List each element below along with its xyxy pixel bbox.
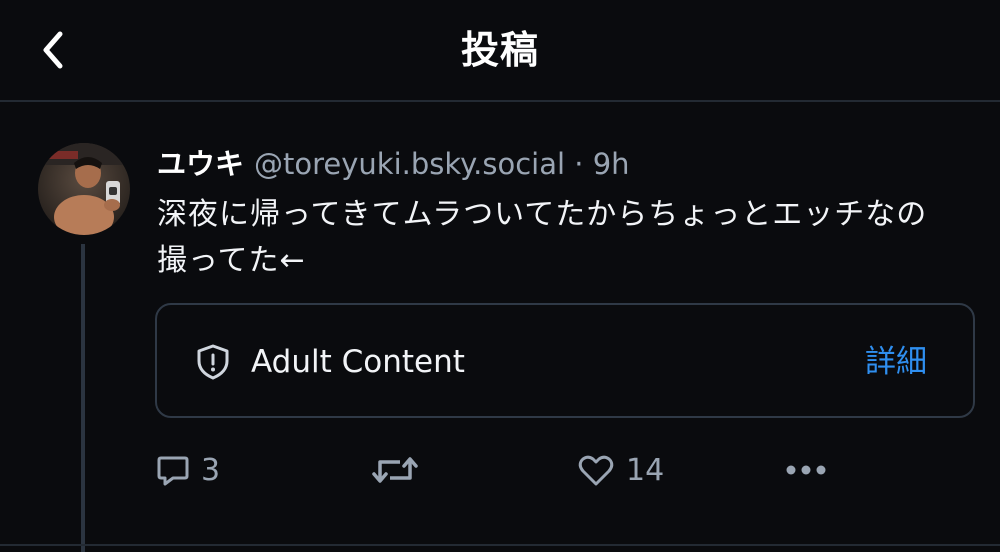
avatar[interactable] — [38, 143, 130, 235]
repost-button[interactable] — [370, 448, 420, 492]
reply-button[interactable]: 3 — [155, 448, 220, 492]
shield-alert-icon — [197, 344, 229, 380]
content-warning-label: Adult Content — [251, 344, 465, 380]
reply-bubble-icon — [157, 456, 189, 486]
repost-icon — [372, 457, 418, 483]
more-dots-icon — [786, 465, 826, 475]
reply-count: 3 — [201, 452, 221, 488]
page-title: 投稿 — [460, 28, 539, 72]
heart-icon — [578, 455, 614, 486]
user-avatar — [38, 143, 130, 235]
more-button[interactable] — [783, 448, 829, 492]
like-button[interactable]: 14 — [576, 448, 664, 492]
like-count: 14 — [626, 452, 665, 488]
post-meta: ユウキ @toreyuki.bsky.social · 9h — [157, 144, 630, 184]
details-button[interactable]: 詳細 — [865, 341, 927, 383]
post-text: 深夜に帰ってきてムラついてたからちょっとエッチなの撮ってた← — [157, 197, 928, 278]
divider — [0, 544, 1000, 546]
timestamp[interactable]: 9h — [593, 147, 630, 181]
separator-dot: · — [574, 147, 584, 181]
handle[interactable]: @toreyuki.bsky.social — [254, 147, 565, 181]
display-name[interactable]: ユウキ — [157, 147, 244, 181]
thread-line — [81, 244, 85, 552]
content-warning[interactable]: Adult Content 詳細 — [155, 303, 975, 418]
header: 投稿 — [0, 0, 1000, 102]
